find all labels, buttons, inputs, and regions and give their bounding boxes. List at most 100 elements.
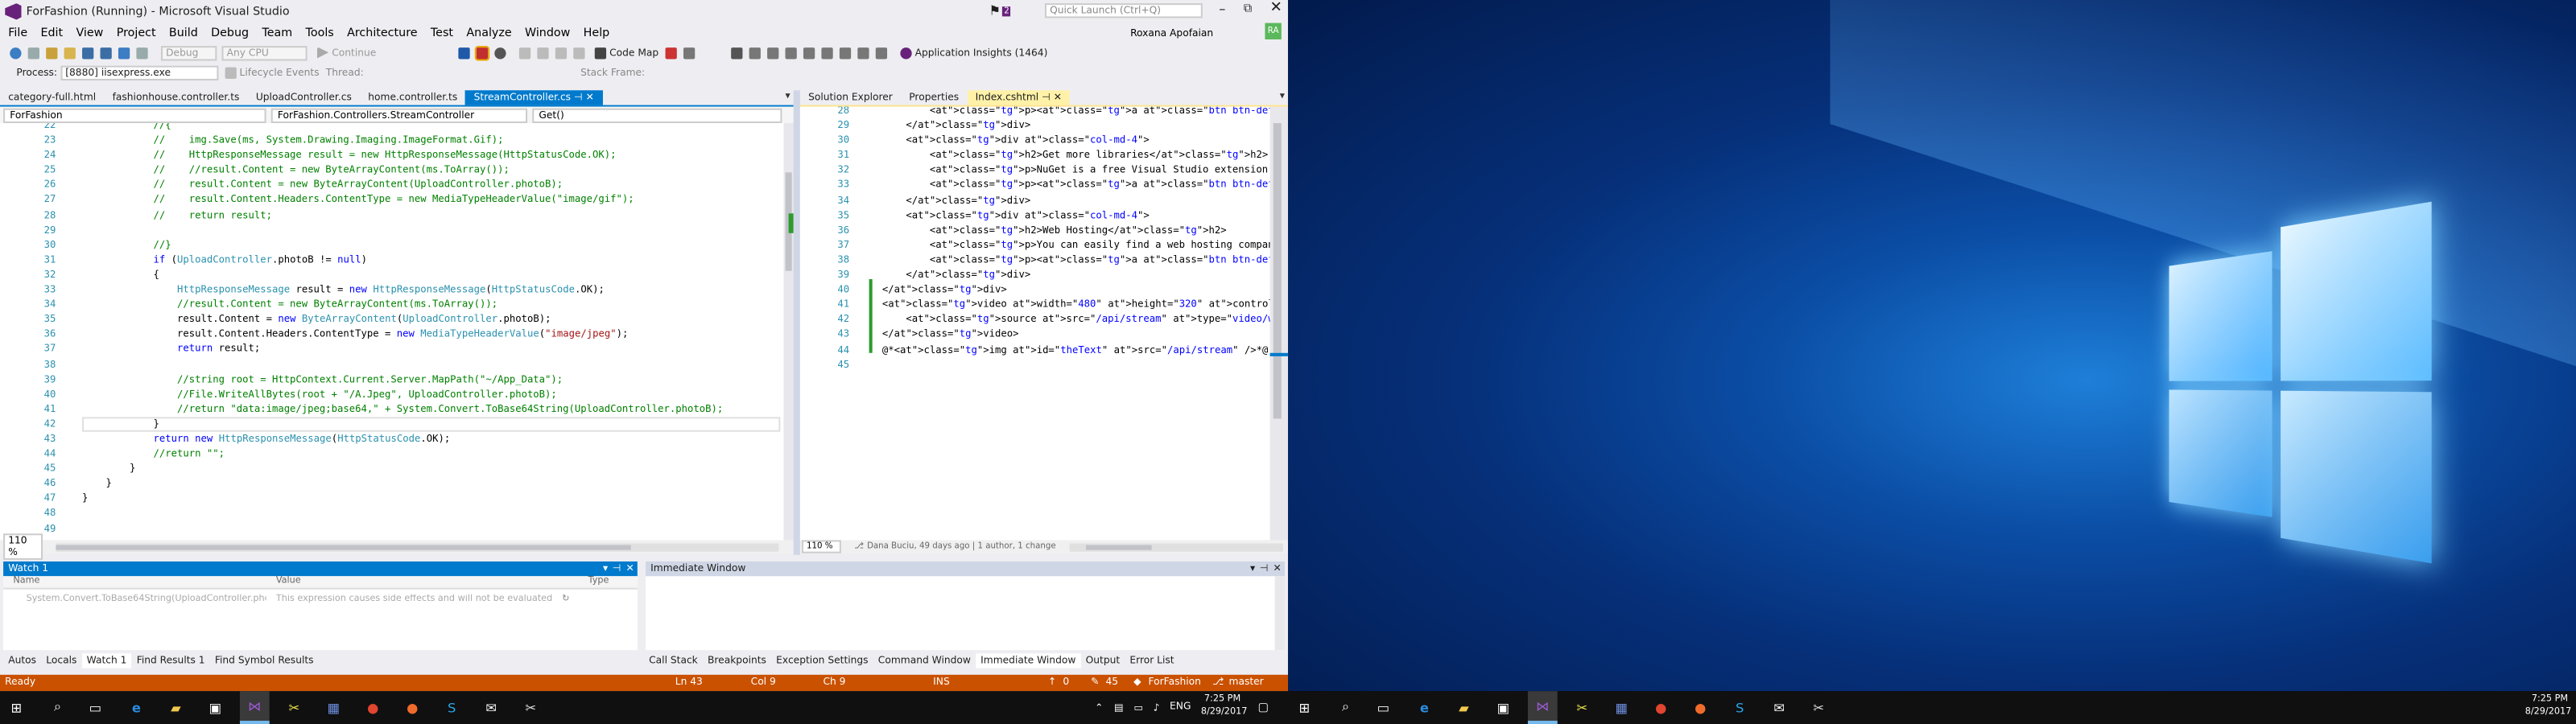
edge-icon-2[interactable]: e <box>1416 699 1432 715</box>
quick-launch-input[interactable]: Quick Launch (Ctrl+Q) <box>1044 3 1203 19</box>
store-icon[interactable]: ▣ <box>207 699 223 715</box>
watch-col-name[interactable]: Name <box>3 576 266 587</box>
task-view-icon[interactable]: ▭ <box>87 699 103 715</box>
code-line[interactable]: // //result.Content = new ByteArrayConte… <box>82 163 723 179</box>
code-line[interactable]: <at">class="tg">video at">width="480" at… <box>882 298 1270 313</box>
clock-time[interactable]: 7:25 PM <box>1204 694 1241 704</box>
status-branch[interactable]: master <box>1229 675 1264 691</box>
clock-date-2[interactable]: 8/29/2017 <box>2525 708 2572 718</box>
code-line[interactable]: </at">class="tg">div> <box>882 118 1270 134</box>
volume-icon[interactable]: ♪ <box>1149 699 1165 715</box>
code-line[interactable]: //return "data:image/jpeg;base64," + Sys… <box>82 402 723 418</box>
left-code-text[interactable]: //{ // img.Save(ms, System.Drawing.Imagi… <box>82 123 723 537</box>
status-up-count[interactable]: 0 <box>1063 675 1069 691</box>
code-line[interactable]: <at">class="tg">p>NuGet is a free Visual… <box>882 163 1270 179</box>
immediate-dropdown-icon[interactable]: ▾ <box>1250 562 1255 576</box>
right-vertical-scrollbar[interactable] <box>1269 106 1288 541</box>
tab-immediate-window[interactable]: Immediate Window <box>976 653 1081 668</box>
tab-overflow-icon[interactable]: ▾ <box>785 90 790 101</box>
code-line[interactable] <box>82 521 723 537</box>
paint-icon[interactable]: ● <box>404 699 420 715</box>
menu-file[interactable]: File <box>8 27 27 39</box>
close-button[interactable]: ✕ <box>1270 0 1282 16</box>
left-horizontal-scrollbar[interactable] <box>56 542 779 551</box>
file-explorer-icon-2[interactable]: ▰ <box>1455 699 1472 715</box>
tab-stream-controller[interactable]: StreamController.cs ⊣ ✕ <box>465 90 603 105</box>
battery-icon[interactable]: ▭ <box>1130 699 1146 715</box>
visual-studio-taskbar-icon-2[interactable]: ⋈ <box>1527 691 1558 724</box>
code-line[interactable]: result.Content = new ByteArrayContent(Up… <box>82 312 723 327</box>
code-line[interactable]: } <box>82 492 723 507</box>
code-line[interactable] <box>82 357 723 372</box>
publish-icon[interactable]: ↑ <box>1048 675 1056 691</box>
menu-architecture[interactable]: Architecture <box>347 27 417 39</box>
code-line[interactable]: </at">class="tg">div> <box>882 268 1270 283</box>
tab-locals[interactable]: Locals <box>41 653 81 668</box>
start-windows-icon[interactable]: ⊞ <box>8 699 24 715</box>
code-line[interactable] <box>882 357 1270 372</box>
platform-select[interactable]: Any CPU <box>221 45 308 60</box>
code-line[interactable] <box>82 506 723 521</box>
file-explorer-icon[interactable]: ▰ <box>167 699 184 715</box>
code-line[interactable]: </at">class="tg">div> <box>882 282 1270 298</box>
code-line[interactable]: <at">class="tg">h2>Web Hosting</at">clas… <box>882 223 1270 238</box>
code-line[interactable]: } <box>82 476 723 492</box>
code-line[interactable]: @*<at">class="tg">img at">id="theText" a… <box>882 343 1270 358</box>
menu-view[interactable]: View <box>76 27 103 39</box>
code-map-button[interactable]: Code Map <box>609 47 658 58</box>
immediate-close-icon[interactable]: ✕ <box>1274 562 1282 576</box>
step-into-icon[interactable] <box>537 47 549 59</box>
watch-pin-icon[interactable]: ⊣ <box>613 562 621 576</box>
close-tab-icon[interactable]: ✕ <box>586 92 594 103</box>
tab-breakpoints[interactable]: Breakpoints <box>703 653 771 668</box>
thread-icon[interactable] <box>683 47 696 59</box>
back-icon[interactable] <box>10 47 22 59</box>
code-line[interactable]: <at">class="tg">p><at">class="tg">a at">… <box>882 253 1270 268</box>
tab-find-results-1[interactable]: Find Results 1 <box>132 653 210 668</box>
menu-tools[interactable]: Tools <box>306 27 334 39</box>
watch-col-type[interactable]: Type <box>578 576 609 587</box>
code-line[interactable]: //{ <box>82 123 723 133</box>
tools-icon[interactable]: ✂ <box>286 699 302 715</box>
save-disk-icon-2[interactable]: ▦ <box>1613 699 1629 715</box>
code-line[interactable]: //File.WriteAllBytes(root + "/A.Jpeg", U… <box>82 387 723 402</box>
watch-dropdown-icon[interactable]: ▾ <box>603 562 608 576</box>
code-line[interactable]: result.Content.Headers.ContentType = new… <box>82 327 723 343</box>
lifecycle-events-button[interactable]: Lifecycle Events <box>240 67 320 78</box>
code-line[interactable]: HttpResponseMessage result = new HttpRes… <box>82 282 723 298</box>
pin-icon[interactable]: ⊣ <box>1042 92 1051 103</box>
bookmark-prev-icon[interactable] <box>839 47 851 59</box>
code-line[interactable]: // result.Content.Headers.ContentType = … <box>82 193 723 208</box>
stop-icon[interactable] <box>474 45 490 60</box>
refresh-icon[interactable]: ↻ <box>562 594 569 609</box>
snipping-icon[interactable]: ✂ <box>522 699 539 715</box>
clock-time-2[interactable]: 7:25 PM <box>2532 694 2568 704</box>
comment-icon[interactable] <box>749 47 761 59</box>
code-line[interactable]: //string root = HttpContext.Current.Serv… <box>82 372 723 387</box>
bookmark-next-icon[interactable] <box>857 47 869 59</box>
open-icon[interactable] <box>64 47 76 59</box>
right-zoom-select[interactable]: 110 % <box>801 540 841 553</box>
tab-home-controller[interactable]: home.controller.ts <box>360 90 465 105</box>
tab-output[interactable]: Output <box>1080 653 1125 668</box>
left-code-editor[interactable]: 22 23 24 25 26 27 28 29 30 31 32 33 34 35 36 37 38 39 40 41… <box>0 123 784 541</box>
status-project[interactable]: ForFashion <box>1149 675 1201 691</box>
watch-col-value[interactable]: Value <box>266 576 579 587</box>
code-line[interactable]: <at">class="tg">h2>Get more libraries</a… <box>882 148 1270 163</box>
code-line[interactable]: return new HttpResponseMessage(HttpStatu… <box>82 432 723 447</box>
bookmark-icon[interactable] <box>730 47 743 59</box>
menu-debug[interactable]: Debug <box>211 27 249 39</box>
tab-watch-1[interactable]: Watch 1 <box>81 653 132 668</box>
code-line[interactable]: </at">class="tg">video> <box>882 327 1270 343</box>
uncomment-icon[interactable] <box>766 47 779 59</box>
tab-properties[interactable]: Properties <box>901 90 967 105</box>
tab-call-stack[interactable]: Call Stack <box>644 653 703 668</box>
watch-row[interactable]: System.Convert.ToBase64String(UploadCont… <box>3 594 638 609</box>
continue-button[interactable]: Continue <box>332 47 376 58</box>
language-indicator[interactable]: ENG <box>1170 701 1191 712</box>
menu-team[interactable]: Team <box>262 27 292 39</box>
edge-icon[interactable]: e <box>128 699 144 715</box>
undo-icon[interactable] <box>118 47 130 59</box>
code-line[interactable]: // img.Save(ms, System.Drawing.Imaging.I… <box>82 133 723 148</box>
code-line[interactable]: </at">class="tg">div> <box>882 193 1270 208</box>
